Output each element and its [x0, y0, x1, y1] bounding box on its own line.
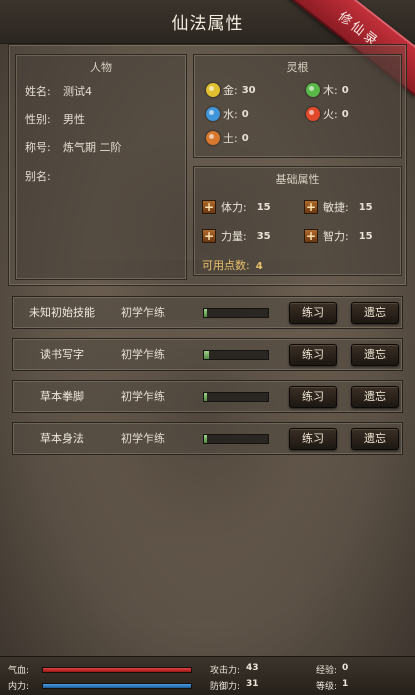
wood-element: 木: 0 — [306, 82, 349, 98]
skill-name: 草本拳脚 — [40, 390, 84, 403]
attack-label: 攻击力: — [210, 666, 241, 676]
gender-key: 性别: — [25, 113, 51, 126]
available-points-label: 可用点数: — [202, 259, 250, 272]
spirit-root-panel: 灵根 金: 30 木: 0 水: 0 火: 0 土: 0 — [193, 54, 402, 158]
add-intelligence-button[interactable]: + — [304, 229, 318, 243]
character-panel-title: 人物 — [90, 61, 112, 74]
metal-value: 30 — [241, 84, 256, 96]
base-attributes-title: 基础属性 — [275, 173, 320, 186]
mp-label: 内力: — [8, 682, 30, 692]
stamina-label: 体力: — [221, 201, 247, 214]
mp-bar — [42, 683, 192, 689]
earth-label: 土: — [223, 132, 238, 145]
skill-progress-fill — [204, 351, 210, 359]
water-label: 水: — [223, 108, 238, 121]
wood-value: 0 — [341, 84, 349, 96]
earth-value: 0 — [241, 132, 249, 144]
add-stamina-button[interactable]: + — [202, 200, 216, 214]
hp-bar — [42, 667, 192, 673]
metal-label: 金: — [223, 84, 238, 97]
skill-progress-fill — [204, 393, 208, 401]
attack-value: 43 — [246, 663, 259, 673]
earth-orb-icon — [206, 131, 220, 145]
fire-label: 火: — [323, 108, 338, 121]
agility-stat: + 敏捷: 15 — [304, 199, 373, 215]
skill-name: 草本身法 — [40, 432, 84, 445]
skill-row: 草本拳脚 初学乍练 练习 遗忘 — [12, 380, 403, 413]
stamina-stat: + 体力: 15 — [202, 199, 271, 215]
available-points-value: 4 — [255, 261, 263, 272]
exp-value: 0 — [342, 663, 349, 673]
level-value: 1 — [342, 679, 349, 689]
wood-orb-icon — [306, 83, 320, 97]
practice-button[interactable]: 练习 — [289, 302, 337, 324]
practice-button[interactable]: 练习 — [289, 428, 337, 450]
skill-progress-fill — [204, 309, 208, 317]
forget-button[interactable]: 遗忘 — [351, 344, 399, 366]
strength-value: 35 — [256, 230, 271, 242]
hp-label: 气血: — [8, 666, 30, 676]
skill-row: 草本身法 初学乍练 练习 遗忘 — [12, 422, 403, 455]
metal-orb-icon — [206, 83, 220, 97]
agility-label: 敏捷: — [323, 201, 349, 214]
name-row: 姓名: 测试4 — [25, 83, 92, 99]
intelligence-stat: + 智力: 15 — [304, 228, 373, 244]
skill-level: 初学乍练 — [121, 306, 165, 319]
strength-stat: + 力量: 35 — [202, 228, 271, 244]
skill-progress-bar — [203, 434, 269, 444]
gender-row: 性别: 男性 — [25, 111, 85, 127]
rank-key: 称号: — [25, 141, 51, 154]
name-value: 测试4 — [63, 85, 92, 98]
spirit-root-title: 灵根 — [286, 61, 309, 74]
skill-level: 初学乍练 — [121, 390, 165, 403]
add-strength-button[interactable]: + — [202, 229, 216, 243]
water-element: 水: 0 — [206, 106, 249, 122]
available-points: 可用点数: 4 — [202, 257, 263, 273]
skill-level: 初学乍练 — [121, 432, 165, 445]
forget-button[interactable]: 遗忘 — [351, 302, 399, 324]
character-panel: 人物 姓名: 测试4 性别: 男性 称号: 炼气期 二阶 别名: — [15, 54, 187, 280]
page-title: 仙法属性 — [171, 14, 244, 34]
practice-button[interactable]: 练习 — [289, 344, 337, 366]
stamina-value: 15 — [256, 201, 271, 213]
gender-value: 男性 — [63, 113, 85, 126]
strength-label: 力量: — [221, 230, 247, 243]
skill-name: 读书写字 — [40, 348, 84, 361]
practice-button[interactable]: 练习 — [289, 386, 337, 408]
fire-orb-icon — [306, 107, 320, 121]
skill-progress-bar — [203, 308, 269, 318]
forget-button[interactable]: 遗忘 — [351, 386, 399, 408]
forget-button[interactable]: 遗忘 — [351, 428, 399, 450]
wood-label: 木: — [323, 84, 338, 97]
skill-progress-bar — [203, 350, 269, 360]
intelligence-label: 智力: — [323, 230, 349, 243]
skill-progress-bar — [203, 392, 269, 402]
base-attributes-panel: 基础属性 + 体力: 15 + 敏捷: 15 + 力量: 35 + 智力: 15… — [193, 166, 402, 276]
skill-row: 读书写字 初学乍练 练习 遗忘 — [12, 338, 403, 371]
skill-row: 未知初始技能 初学乍练 练习 遗忘 — [12, 296, 403, 329]
fire-value: 0 — [341, 108, 349, 120]
status-bar: 气血: 内力: 攻击力: 43 防御力: 31 经验: 0 等级: 1 — [0, 656, 415, 695]
skill-progress-fill — [204, 435, 208, 443]
name-key: 姓名: — [25, 85, 51, 98]
rank-value: 炼气期 二阶 — [63, 141, 122, 154]
title-row: 称号: 炼气期 二阶 — [25, 139, 122, 155]
exp-label: 经验: — [316, 666, 338, 676]
alias-key: 别名: — [25, 170, 51, 183]
metal-element: 金: 30 — [206, 82, 256, 98]
skill-name: 未知初始技能 — [29, 306, 95, 319]
fire-element: 火: 0 — [306, 106, 349, 122]
skill-level: 初学乍练 — [121, 348, 165, 361]
earth-element: 土: 0 — [206, 130, 249, 146]
agility-value: 15 — [358, 201, 373, 213]
water-value: 0 — [241, 108, 249, 120]
defense-label: 防御力: — [210, 682, 241, 692]
defense-value: 31 — [246, 679, 259, 689]
intelligence-value: 15 — [358, 230, 373, 242]
alias-row: 别名: — [25, 168, 63, 184]
add-agility-button[interactable]: + — [304, 200, 318, 214]
level-label: 等级: — [316, 682, 338, 692]
water-orb-icon — [206, 107, 220, 121]
